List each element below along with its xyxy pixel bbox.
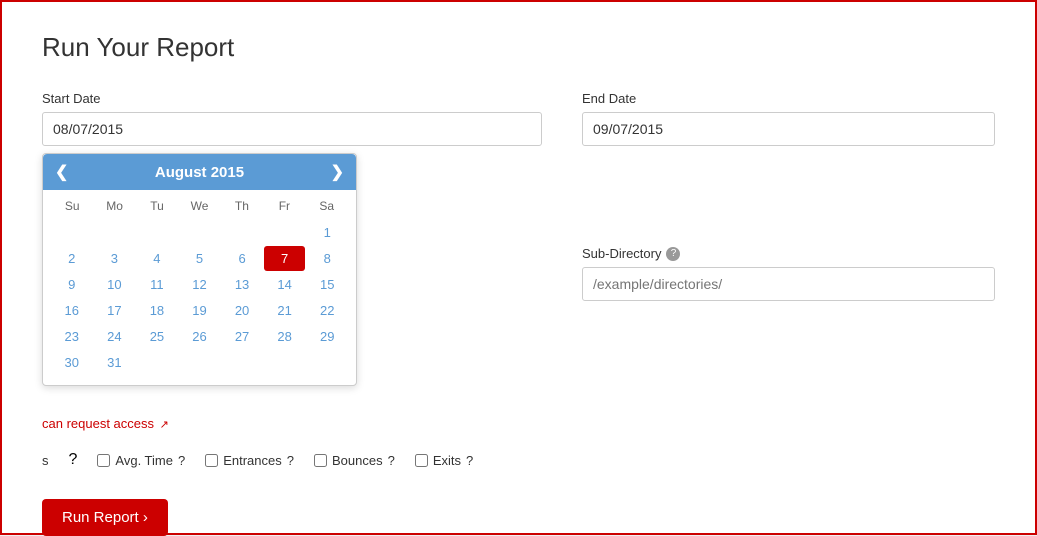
metrics-label-partial: s [42,453,49,468]
entrances-checkbox[interactable] [205,454,218,467]
calendar-month-year: August 2015 [155,164,244,181]
calendar-empty-cell [221,350,263,375]
calendar-day-4[interactable]: 4 [136,246,178,271]
calendar-empty-cell [94,220,136,245]
entrances-checkbox-item: Entrances ? [205,453,294,468]
page-title: Run Your Report [42,32,995,63]
start-date-group: Start Date [42,91,542,146]
avgtime-help-icon[interactable]: ? [178,453,185,468]
calendar-day-18[interactable]: 18 [136,298,178,323]
end-date-input[interactable] [582,112,995,146]
bounces-help-icon[interactable]: ? [388,453,395,468]
calendar-prev-button[interactable]: ❮ [55,162,68,182]
calendar-day-24[interactable]: 24 [94,324,136,349]
subdirectory-group: Sub-Directory ? [582,246,995,301]
exits-help-icon[interactable]: ? [466,453,473,468]
calendar-day-30[interactable]: 30 [51,350,93,375]
avgtime-label: Avg. Time [115,453,173,468]
subdirectory-label: Sub-Directory ? [582,246,995,261]
calendar-day-5[interactable]: 5 [179,246,221,271]
calendar-days-header: Su Mo Tu We Th Fr Sa [51,196,348,216]
page-container: Run Your Report Start Date ❮ August 2015… [0,0,1037,535]
bounces-checkbox[interactable] [314,454,327,467]
calendar-day-7[interactable]: 7 [264,246,306,271]
calendar-day-11[interactable]: 11 [136,272,178,297]
calendar-day-3[interactable]: 3 [94,246,136,271]
day-we: We [178,196,220,216]
entrances-help-icon[interactable]: ? [287,453,294,468]
calendar-day-22[interactable]: 22 [306,298,348,323]
request-access-link[interactable]: can request access ↗ [42,416,169,431]
external-link-icon: ↗ [160,419,169,431]
form-layout: Start Date ❮ August 2015 ❯ Su Mo Tu We T… [42,91,995,536]
calendar-empty-cell [179,350,221,375]
checkboxes-row: s ? Avg. Time ? Entrances ? Bounces ? [42,451,542,469]
day-mo: Mo [93,196,135,216]
calendar-day-17[interactable]: 17 [94,298,136,323]
calendar-next-button[interactable]: ❯ [331,162,344,182]
bounces-checkbox-item: Bounces ? [314,453,395,468]
calendar-day-6[interactable]: 6 [221,246,263,271]
calendar-day-1[interactable]: 1 [306,220,348,245]
run-report-button[interactable]: Run Report › [42,499,168,536]
avgtime-checkbox-item: Avg. Time ? [97,453,185,468]
calendar-empty-cell [51,220,93,245]
day-th: Th [221,196,263,216]
start-date-input[interactable] [42,112,542,146]
metrics-help-icon[interactable]: ? [69,451,78,469]
calendar-empty-cell [136,350,178,375]
subdirectory-help-icon[interactable]: ? [666,247,680,261]
avgtime-checkbox[interactable] [97,454,110,467]
day-fr: Fr [263,196,305,216]
calendar-popup: ❮ August 2015 ❯ Su Mo Tu We Th Fr Sa [42,153,357,386]
start-date-label: Start Date [42,91,542,106]
day-tu: Tu [136,196,178,216]
calendar-empty-cell [179,220,221,245]
calendar-empty-cell [306,350,348,375]
calendar-day-31[interactable]: 31 [94,350,136,375]
calendar-empty-cell [221,220,263,245]
exits-checkbox-item: Exits ? [415,453,473,468]
calendar-day-29[interactable]: 29 [306,324,348,349]
calendar-day-19[interactable]: 19 [179,298,221,323]
calendar-day-15[interactable]: 15 [306,272,348,297]
calendar-day-8[interactable]: 8 [306,246,348,271]
calendar-day-26[interactable]: 26 [179,324,221,349]
end-date-group: End Date [582,91,995,146]
calendar-day-16[interactable]: 16 [51,298,93,323]
calendar-day-21[interactable]: 21 [264,298,306,323]
calendar-day-23[interactable]: 23 [51,324,93,349]
left-column: Start Date ❮ August 2015 ❯ Su Mo Tu We T… [42,91,542,536]
calendar-day-27[interactable]: 27 [221,324,263,349]
calendar-day-12[interactable]: 12 [179,272,221,297]
calendar-empty-cell [136,220,178,245]
calendar-day-25[interactable]: 25 [136,324,178,349]
calendar-day-14[interactable]: 14 [264,272,306,297]
calendar-header: ❮ August 2015 ❯ [43,154,356,190]
calendar-grid: Su Mo Tu We Th Fr Sa 1234567891011121314… [43,190,356,385]
entrances-label: Entrances [223,453,282,468]
calendar-weeks: 1234567891011121314151617181920212223242… [51,220,348,375]
calendar-day-10[interactable]: 10 [94,272,136,297]
subdirectory-input[interactable] [582,267,995,301]
end-date-label: End Date [582,91,995,106]
calendar-day-20[interactable]: 20 [221,298,263,323]
calendar-day-28[interactable]: 28 [264,324,306,349]
calendar-empty-cell [264,350,306,375]
exits-checkbox[interactable] [415,454,428,467]
calendar-day-13[interactable]: 13 [221,272,263,297]
calendar-day-9[interactable]: 9 [51,272,93,297]
right-column: End Date Sub-Directory ? [582,91,995,317]
day-su: Su [51,196,93,216]
exits-label: Exits [433,453,461,468]
bounces-label: Bounces [332,453,383,468]
calendar-empty-cell [264,220,306,245]
calendar-day-2[interactable]: 2 [51,246,93,271]
access-row: can request access ↗ [42,416,542,431]
day-sa: Sa [306,196,348,216]
